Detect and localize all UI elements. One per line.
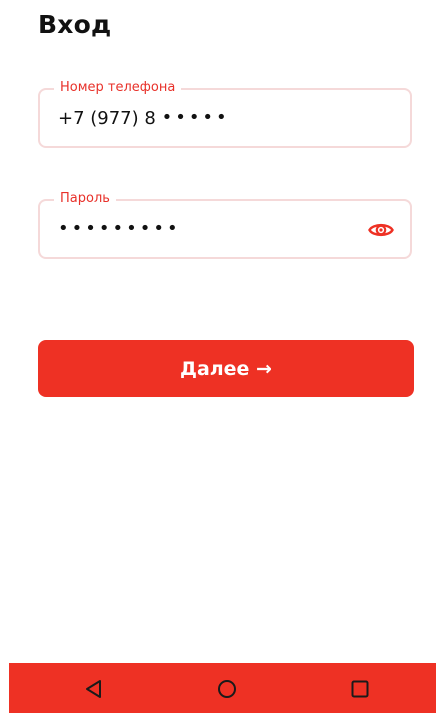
system-nav-bar — [9, 663, 436, 713]
phone-visible-digits: +7 (977) 8 — [58, 108, 156, 129]
login-screen: Вход Номер телефона +7 (977) 8 ••••• Пар… — [0, 0, 436, 713]
nav-home-button[interactable] — [214, 676, 240, 702]
phone-field-label: Номер телефона — [54, 79, 182, 97]
phone-field[interactable]: Номер телефона +7 (977) 8 ••••• — [38, 79, 412, 148]
eye-icon — [368, 223, 394, 237]
page-title: Вход — [38, 10, 112, 39]
password-masked-value: ••••••••• — [58, 218, 181, 239]
password-field[interactable]: Пароль ••••••••• — [38, 190, 412, 259]
home-icon — [218, 680, 236, 698]
recents-icon — [351, 680, 369, 698]
nav-recents-button[interactable] — [347, 676, 373, 702]
nav-back-button[interactable] — [81, 676, 107, 702]
next-button[interactable]: Далее → — [38, 340, 414, 397]
back-icon — [86, 680, 101, 698]
phone-masked-digits: ••••• — [161, 107, 230, 128]
password-field-label: Пароль — [54, 190, 116, 208]
password-input[interactable]: ••••••••• — [58, 218, 181, 241]
phone-input[interactable]: +7 (977) 8 ••••• — [58, 107, 230, 130]
show-password-button[interactable] — [368, 219, 394, 241]
